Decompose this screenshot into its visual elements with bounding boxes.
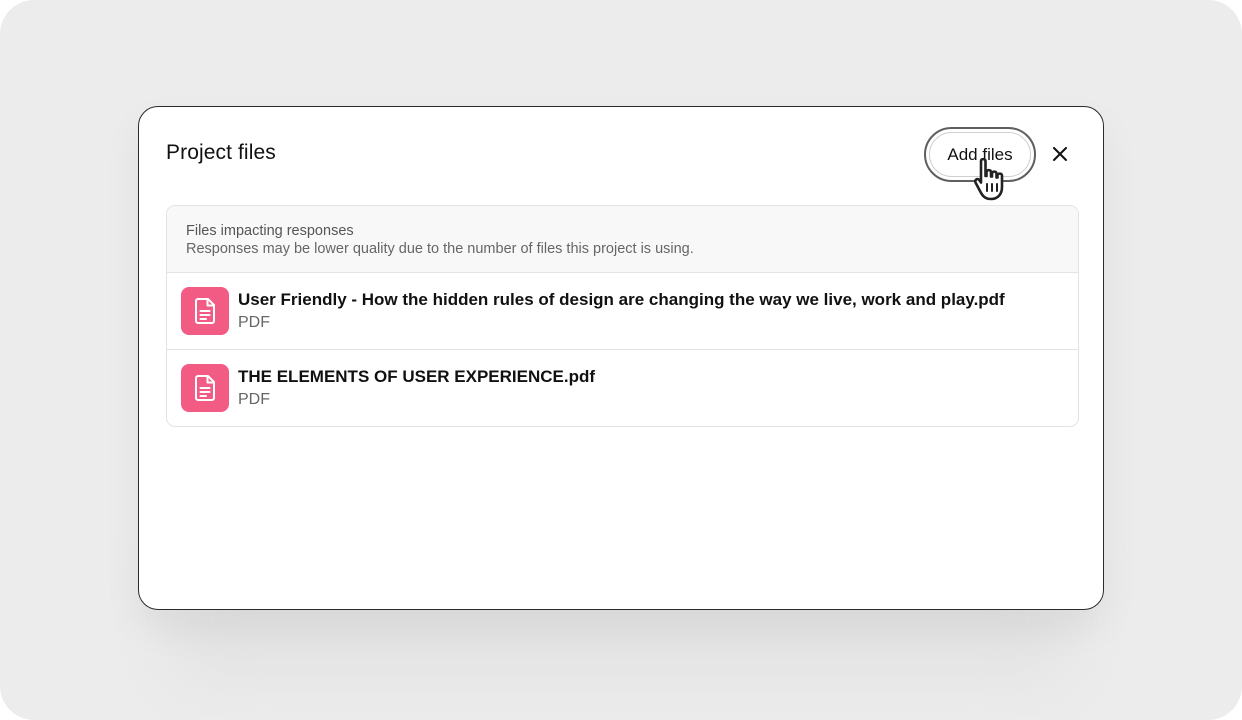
close-icon — [1053, 147, 1067, 161]
notice-text: Responses may be lower quality due to th… — [186, 241, 694, 257]
file-row[interactable]: User Friendly - How the hidden rules of … — [167, 273, 1078, 350]
file-row[interactable]: THE ELEMENTS OF USER EXPERIENCE.pdf PDF — [167, 350, 1078, 426]
backdrop: Project files Add files Files impacting … — [0, 0, 1242, 720]
file-icon-tile — [181, 287, 229, 335]
file-type: PDF — [238, 391, 270, 408]
document-icon — [195, 298, 215, 324]
document-icon — [195, 375, 215, 401]
hand-pointer-cursor-icon — [973, 157, 1004, 201]
dialog-title: Project files — [166, 141, 276, 164]
notice-title: Files impacting responses — [186, 223, 354, 239]
close-button[interactable] — [1048, 142, 1072, 166]
file-name: User Friendly - How the hidden rules of … — [238, 290, 1005, 309]
file-icon-tile — [181, 364, 229, 412]
project-files-dialog: Project files Add files Files impacting … — [138, 106, 1104, 610]
files-card: Files impacting responses Responses may … — [166, 205, 1079, 427]
file-type: PDF — [238, 314, 270, 331]
file-name: THE ELEMENTS OF USER EXPERIENCE.pdf — [238, 367, 596, 386]
files-notice: Files impacting responses Responses may … — [167, 206, 1078, 273]
